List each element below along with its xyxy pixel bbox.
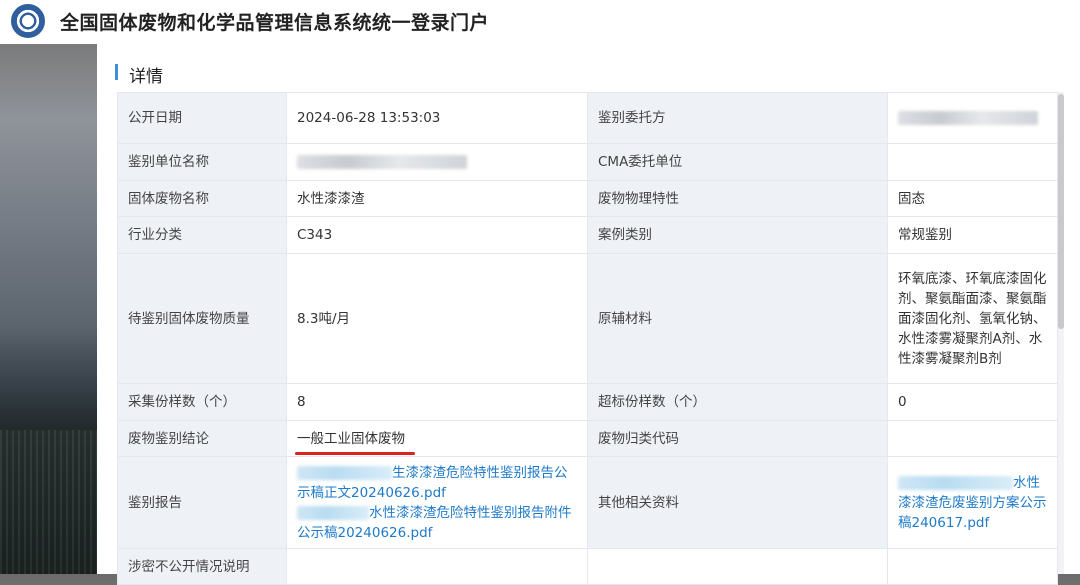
- label-other-materials: 其他相关资料: [587, 456, 888, 549]
- redacted-text: [297, 155, 467, 169]
- value-commissioning-party: [887, 92, 1058, 144]
- value-cma-unit: [887, 143, 1058, 181]
- label-conclusion: 废物鉴别结论: [117, 420, 287, 457]
- label-industry: 行业分类: [117, 216, 287, 254]
- panel-title-accent-bar: [115, 64, 118, 80]
- value-identification-unit: [286, 143, 588, 181]
- scrollbar-thumb[interactable]: [1058, 94, 1064, 329]
- value-waste-name: 水性漆漆渣: [286, 180, 588, 217]
- label-publish-date: 公开日期: [117, 92, 287, 144]
- table-row: 废物鉴别结论 一般工业固体废物 废物归类代码: [117, 420, 1058, 457]
- redacted-text: [898, 111, 1038, 125]
- table-row: 行业分类 C343 案例类别 常规鉴别: [117, 216, 1058, 254]
- label-report: 鉴别报告: [117, 456, 287, 549]
- value-category-code: [887, 420, 1058, 457]
- value-industry: C343: [286, 216, 588, 254]
- value-physical-property: 固态: [887, 180, 1058, 217]
- empty-cell: [887, 548, 1058, 585]
- emblem-icon: [11, 4, 45, 38]
- site-title: 全国固体废物和化学品管理信息系统统一登录门户: [60, 12, 490, 34]
- table-row: 采集份样数（个） 8 超标份样数（个） 0: [117, 383, 1058, 421]
- table-row: 待鉴别固体废物质量 8.3吨/月 原辅材料 环氧底漆、环氧底漆固化剂、聚氨酯面漆…: [117, 253, 1058, 384]
- label-raw-materials: 原辅材料: [587, 253, 888, 384]
- label-exceed-count: 超标份样数（个）: [587, 383, 888, 421]
- value-waste-quantity: 8.3吨/月: [286, 253, 588, 384]
- value-other-files: 水性漆漆渣危废鉴别方案公示稿240617.pdf: [887, 456, 1058, 549]
- conclusion-annotation-underline: [295, 452, 415, 455]
- value-sample-count: 8: [286, 383, 588, 421]
- label-commissioning-party: 鉴别委托方: [587, 92, 888, 144]
- redacted-text: [297, 465, 392, 480]
- value-publish-date: 2024-06-28 13:53:03: [286, 92, 588, 144]
- label-case-type: 案例类别: [587, 216, 888, 254]
- table-row: 涉密不公开情况说明: [117, 548, 1058, 585]
- value-case-type: 常规鉴别: [887, 216, 1058, 254]
- table-row: 鉴别报告 生漆漆渣危险特性鉴别报告公示稿正文20240626.pdf 水性漆漆渣…: [117, 456, 1058, 549]
- label-cma-unit: CMA委托单位: [587, 143, 888, 181]
- value-exceed-count: 0: [887, 383, 1058, 421]
- table-row: 公开日期 2024-06-28 13:53:03 鉴别委托方: [117, 92, 1058, 144]
- label-confidential-note: 涉密不公开情况说明: [117, 548, 287, 585]
- label-identification-unit: 鉴别单位名称: [117, 143, 287, 181]
- table-row: 固体废物名称 水性漆漆渣 废物物理特性 固态: [117, 180, 1058, 217]
- empty-cell: [587, 548, 888, 585]
- label-waste-quantity: 待鉴别固体废物质量: [117, 253, 287, 384]
- panel-title: 详情: [129, 67, 163, 87]
- label-waste-name: 固体废物名称: [117, 180, 287, 217]
- label-category-code: 废物归类代码: [587, 420, 888, 457]
- label-physical-property: 废物物理特性: [587, 180, 888, 217]
- value-report-files: 生漆漆渣危险特性鉴别报告公示稿正文20240626.pdf 水性漆漆渣危险特性鉴…: [286, 456, 588, 549]
- value-confidential-note: [286, 548, 588, 585]
- redacted-text: [898, 475, 1013, 490]
- label-sample-count: 采集份样数（个）: [117, 383, 287, 421]
- value-raw-materials: 环氧底漆、环氧底漆固化剂、聚氨酯面漆、聚氨酯面漆固化剂、氢氧化钠、水性漆雾凝聚剂…: [887, 253, 1058, 384]
- detail-table: 公开日期 2024-06-28 13:53:03 鉴别委托方 鉴别单位名称 CM…: [117, 92, 1058, 585]
- redacted-text: [297, 505, 369, 520]
- table-row: 鉴别单位名称 CMA委托单位: [117, 143, 1058, 181]
